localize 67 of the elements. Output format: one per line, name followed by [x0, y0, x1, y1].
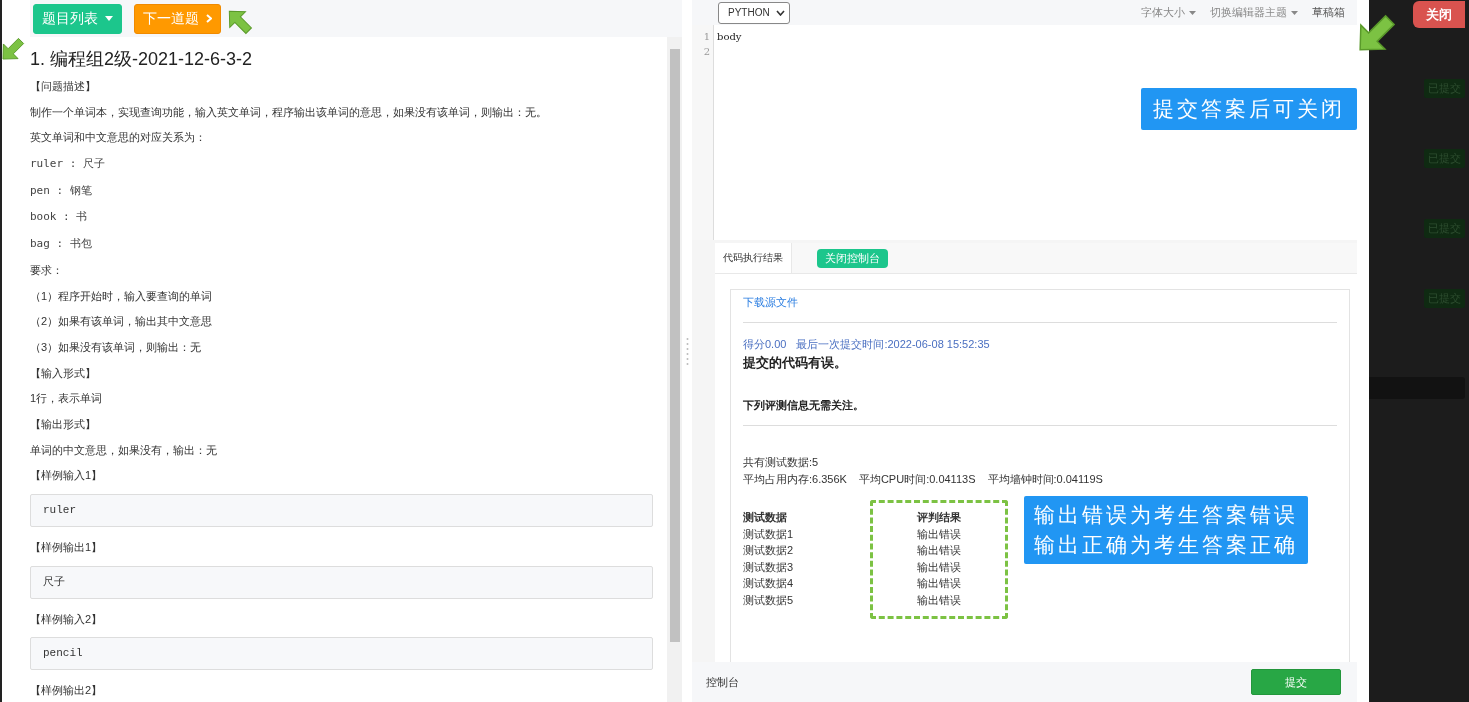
table-cell-text: 输出错误	[916, 559, 962, 575]
chevron-down-icon	[775, 9, 785, 16]
column-header: 评判结果	[916, 510, 962, 525]
close-button[interactable]: 关闭	[1413, 1, 1465, 28]
caret-icon	[1291, 10, 1298, 15]
sample-box: ruler	[30, 494, 653, 527]
scrollbar[interactable]	[667, 37, 682, 702]
code-line: body	[717, 31, 742, 42]
table-cell-text: 输出错误	[916, 526, 962, 542]
problem-text: 【样例输出2】	[30, 683, 104, 698]
problem-text: 要求：	[30, 262, 64, 277]
table-cell-text: 测试数据2	[743, 543, 795, 558]
console-label: 控制台	[706, 674, 739, 690]
problem-title: 1. 编程组2级-2021-12-6-3-2	[30, 48, 254, 71]
toolbar-button[interactable]: 题目列表	[33, 3, 122, 34]
last-submit-time: 最后一次提交时间:2022-06-08 15:52:35	[796, 337, 990, 352]
problem-text: 【问题描述】	[30, 79, 97, 93]
caret-icon	[1189, 10, 1196, 15]
line-number: 1	[702, 30, 711, 44]
word-mapping: pen : 钢笔	[30, 182, 93, 198]
word-mapping: ruler : 尺子	[30, 156, 106, 172]
table-cell-text: 输出错误	[916, 543, 962, 558]
problem-text: 【输出形式】	[30, 416, 97, 431]
column-header: 测试数据	[743, 510, 788, 525]
table-cell-text: 测试数据1	[743, 526, 795, 542]
submit-button[interactable]: 提交	[1251, 669, 1341, 695]
score-text: 得分0.00	[743, 337, 787, 352]
sample-box: pencil	[30, 637, 653, 671]
editor-menu-item[interactable]: 草稿箱	[1312, 5, 1345, 20]
note-text: 下列评测信息无需关注。	[743, 398, 865, 413]
test-count: 共有测试数据:5	[743, 455, 820, 470]
stat-text: 平均墙钟时间:0.04119S	[987, 472, 1103, 487]
toolbar-button[interactable]: 下一道题	[134, 3, 221, 34]
download-link[interactable]: 下载源文件	[743, 295, 798, 310]
stat-text: 平均CPU时间:0.04113S	[858, 472, 976, 487]
close-console-button[interactable]: 关闭控制台	[817, 248, 888, 268]
problem-text: 【样例输入2】	[30, 611, 104, 626]
drag-handle-icon[interactable]	[685, 336, 689, 366]
problem-text: 【样例输入1】	[30, 468, 104, 483]
console-tab[interactable]: 代码执行结果	[715, 243, 792, 273]
editor-menu-item[interactable]: 字体大小	[1141, 5, 1196, 20]
problem-text: 制作一个单词本，实现查询功能，输入英文单词，程序输出该单词的意思，如果没有该单词，则输出：无。	[30, 104, 548, 119]
editor-menu-item[interactable]: 切换编辑器主题	[1210, 5, 1298, 20]
word-mapping: book : 书	[30, 209, 89, 225]
table-cell-text: 输出错误	[916, 592, 962, 608]
problem-text: 【样例输出1】	[30, 540, 104, 554]
error-message: 提交的代码有误。	[743, 354, 848, 372]
language-select[interactable]: PYTHON	[718, 1, 790, 24]
caret-icon	[105, 16, 113, 21]
table-cell-text: 测试数据5	[743, 592, 795, 608]
table-cell-text: 输出错误	[916, 576, 962, 591]
line-number: 2	[702, 45, 711, 59]
problem-text: （1）程序开始时，输入要查询的单词	[30, 288, 214, 303]
chevron-icon	[206, 14, 212, 23]
table-cell-text: 测试数据4	[743, 576, 795, 591]
problem-text: 单词的中文意思，如果没有，输出：无	[30, 442, 218, 457]
stat-text: 平均占用内存:6.356K	[743, 472, 847, 487]
problem-text: 【输入形式】	[30, 365, 97, 380]
word-mapping: bag : 书包	[30, 236, 93, 252]
sample-box: 尺子	[30, 565, 653, 599]
annotation-callout: 输出错误为考生答案错误 输出正确为考生答案正确	[1024, 496, 1308, 564]
annotation-callout: 提交答案后可关闭	[1141, 88, 1357, 130]
table-cell-text: 测试数据3	[743, 559, 795, 575]
problem-text: （2）如果有该单词，输出其中文意思	[30, 314, 214, 329]
problem-text: 1行，表示单词	[30, 391, 104, 406]
problem-text: 英文单词和中文意思的对应关系为：	[30, 130, 207, 145]
problem-text: （3）如果没有该单词，则输出：无	[30, 339, 203, 354]
